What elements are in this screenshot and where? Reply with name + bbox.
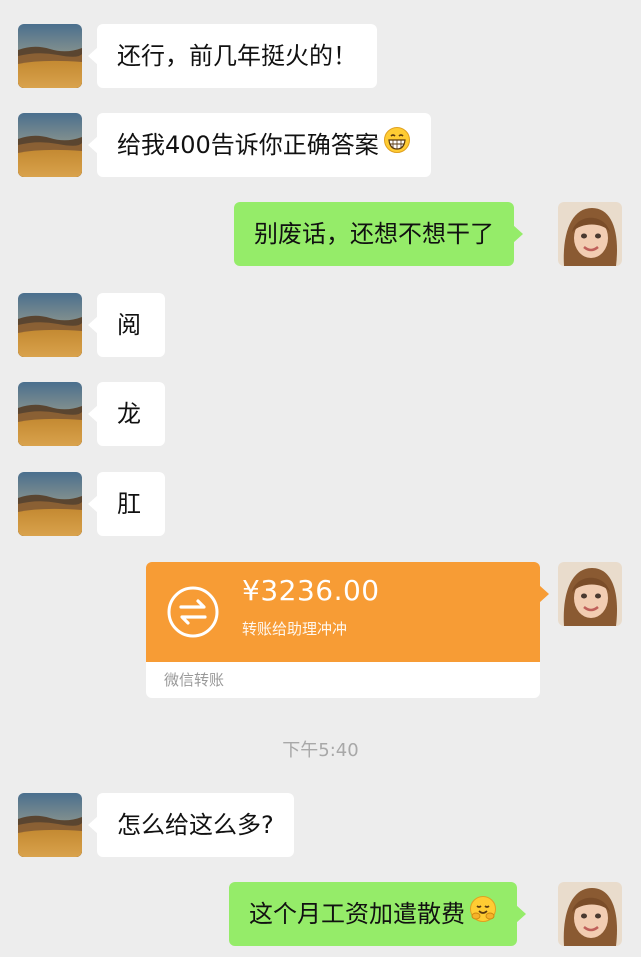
message-bubble-incoming[interactable]: 怎么给这么多? [88, 793, 294, 857]
my-avatar[interactable] [558, 202, 622, 266]
girl-portrait-avatar [558, 882, 622, 946]
message-text: 肛 [117, 490, 141, 518]
my-avatar[interactable] [558, 562, 622, 626]
desert-landscape-avatar [18, 293, 82, 357]
desert-landscape-avatar [18, 472, 82, 536]
transfer-arrows-icon [167, 586, 219, 638]
contact-avatar[interactable] [18, 24, 82, 88]
message-text: 给我400告诉你正确答案 [117, 131, 379, 159]
transfer-card-header: ¥3236.00 转账给助理冲冲 [146, 562, 549, 662]
desert-landscape-avatar [18, 24, 82, 88]
message-bubble-incoming[interactable]: 龙 [88, 382, 165, 446]
message-bubble-incoming[interactable]: 肛 [88, 472, 165, 536]
message-text: 别废话，还想不想干了 [254, 220, 494, 248]
contact-avatar[interactable] [18, 293, 82, 357]
message-text: 阅 [117, 311, 141, 339]
girl-portrait-avatar [558, 562, 622, 626]
message-bubble-incoming[interactable]: 阅 [88, 293, 165, 357]
transfer-amount: ¥3236.00 [242, 574, 380, 607]
contact-avatar[interactable] [18, 382, 82, 446]
message-text: 这个月工资加遣散费 [249, 900, 465, 928]
message-text: 怎么给这么多? [117, 811, 274, 839]
message-bubble-incoming[interactable]: 给我400告诉你正确答案 [88, 113, 431, 178]
message-text: 龙 [117, 400, 141, 428]
message-bubble-incoming[interactable]: 还行，前几年挺火的！ [88, 24, 377, 88]
transfer-note: 转账给助理冲冲 [242, 620, 348, 638]
money-transfer-card[interactable]: ¥3236.00 转账给助理冲冲 微信转账 [146, 562, 549, 698]
contact-avatar[interactable] [18, 472, 82, 536]
desert-landscape-avatar [18, 113, 82, 177]
my-avatar[interactable] [558, 882, 622, 946]
message-bubble-outgoing[interactable]: 别废话，还想不想干了 [234, 202, 523, 266]
message-timestamp: 下午5:40 [282, 740, 359, 761]
hug-emoji-icon [469, 883, 497, 947]
contact-avatar[interactable] [18, 793, 82, 857]
desert-landscape-avatar [18, 382, 82, 446]
message-text: 还行，前几年挺火的！ [117, 42, 357, 70]
girl-portrait-avatar [558, 202, 622, 266]
message-bubble-outgoing[interactable]: 这个月工资加遣散费 [229, 882, 526, 947]
contact-avatar[interactable] [18, 113, 82, 177]
grin-emoji-icon [383, 114, 411, 178]
transfer-footer: 微信转账 [146, 662, 540, 698]
desert-landscape-avatar [18, 793, 82, 857]
